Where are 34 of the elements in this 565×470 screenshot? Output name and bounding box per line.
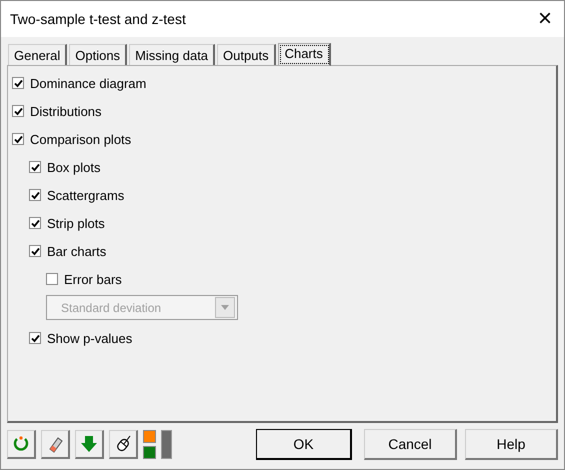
checkbox[interactable] [29, 189, 41, 201]
checkbox[interactable] [29, 161, 41, 173]
checkbox-label[interactable]: Box plots [47, 160, 100, 174]
checkbox-label[interactable]: Error bars [64, 272, 122, 286]
tab[interactable]: General [8, 44, 68, 65]
checkbox-label[interactable]: Strip plots [47, 216, 105, 230]
mouse-icon[interactable] [109, 430, 138, 458]
checkbox[interactable] [46, 273, 58, 285]
checkbox-label[interactable]: Distributions [30, 104, 102, 118]
dialog-button[interactable]: Help [465, 428, 558, 460]
checkbox-label[interactable]: Show p-values [47, 330, 132, 346]
checkbox[interactable] [29, 245, 41, 257]
checkbox-label[interactable]: Comparison plots [30, 132, 132, 146]
checkbox[interactable] [12, 105, 24, 117]
tab[interactable]: Options [69, 44, 128, 65]
dialog-button[interactable]: Cancel [364, 428, 457, 460]
color-swatch[interactable] [143, 430, 156, 442]
checkbox-label[interactable]: Bar charts [47, 244, 106, 258]
checkbox-label[interactable]: Scattergrams [47, 188, 124, 202]
checkbox[interactable] [12, 77, 24, 89]
window-title: Two-sample t-test and z-test [10, 11, 187, 27]
close-button[interactable]: × [538, 7, 552, 31]
eraser-icon[interactable] [41, 430, 70, 458]
tab[interactable]: Charts [278, 43, 331, 66]
dialog-button[interactable]: OK [256, 428, 352, 460]
checkbox[interactable] [29, 332, 41, 344]
checkbox-label[interactable]: Dominance diagram [30, 76, 146, 90]
reset-icon[interactable] [7, 430, 36, 458]
checkbox[interactable] [29, 217, 41, 229]
checkbox[interactable] [12, 133, 24, 145]
tab[interactable]: Outputs [217, 44, 276, 65]
tab[interactable]: Missing data [129, 44, 216, 65]
toggle-bar[interactable] [161, 430, 172, 458]
color-swatch[interactable] [143, 446, 156, 458]
